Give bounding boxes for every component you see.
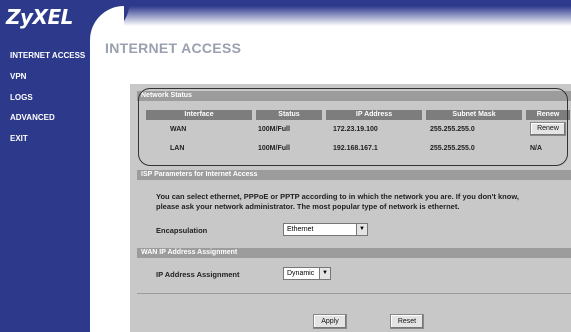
sidebar-item-exit[interactable]: EXIT — [10, 134, 28, 143]
sidebar — [0, 0, 90, 332]
divider — [137, 293, 571, 294]
apply-button[interactable]: Apply — [313, 314, 347, 329]
sidebar-item-vpn[interactable]: VPN — [10, 72, 26, 81]
header-bar — [90, 0, 571, 26]
zyxel-logo: ZyXEL — [6, 5, 73, 29]
isp-description-line2: please ask your network administrator. T… — [156, 202, 460, 211]
page-title: INTERNET ACCESS — [105, 40, 242, 56]
wan-ip-assignment-header: WAN IP Address Assignment — [137, 248, 571, 258]
ip-assignment-value: Dynamic — [287, 270, 315, 277]
sidebar-item-internet-access[interactable]: INTERNET ACCESS — [10, 51, 85, 60]
encapsulation-select[interactable]: Ethernet ▼ — [283, 223, 368, 236]
network-status-highlight — [138, 88, 568, 166]
encapsulation-value: Ethernet — [287, 226, 314, 233]
encapsulation-label: Encapsulation — [156, 226, 208, 235]
reset-button[interactable]: Reset — [390, 314, 424, 329]
sidebar-item-advanced[interactable]: ADVANCED — [10, 113, 55, 122]
chevron-down-icon: ▼ — [319, 268, 330, 279]
isp-description-line1: You can select ethernet, PPPoE or PPTP a… — [156, 192, 519, 201]
sidebar-item-logs[interactable]: LOGS — [10, 93, 33, 102]
isp-parameters-header: ISP Parameters for Internet Access — [137, 170, 571, 180]
ip-assignment-label: IP Address Assignment — [156, 270, 240, 279]
chevron-down-icon: ▼ — [356, 224, 367, 235]
ip-assignment-select[interactable]: Dynamic ▼ — [283, 267, 331, 280]
